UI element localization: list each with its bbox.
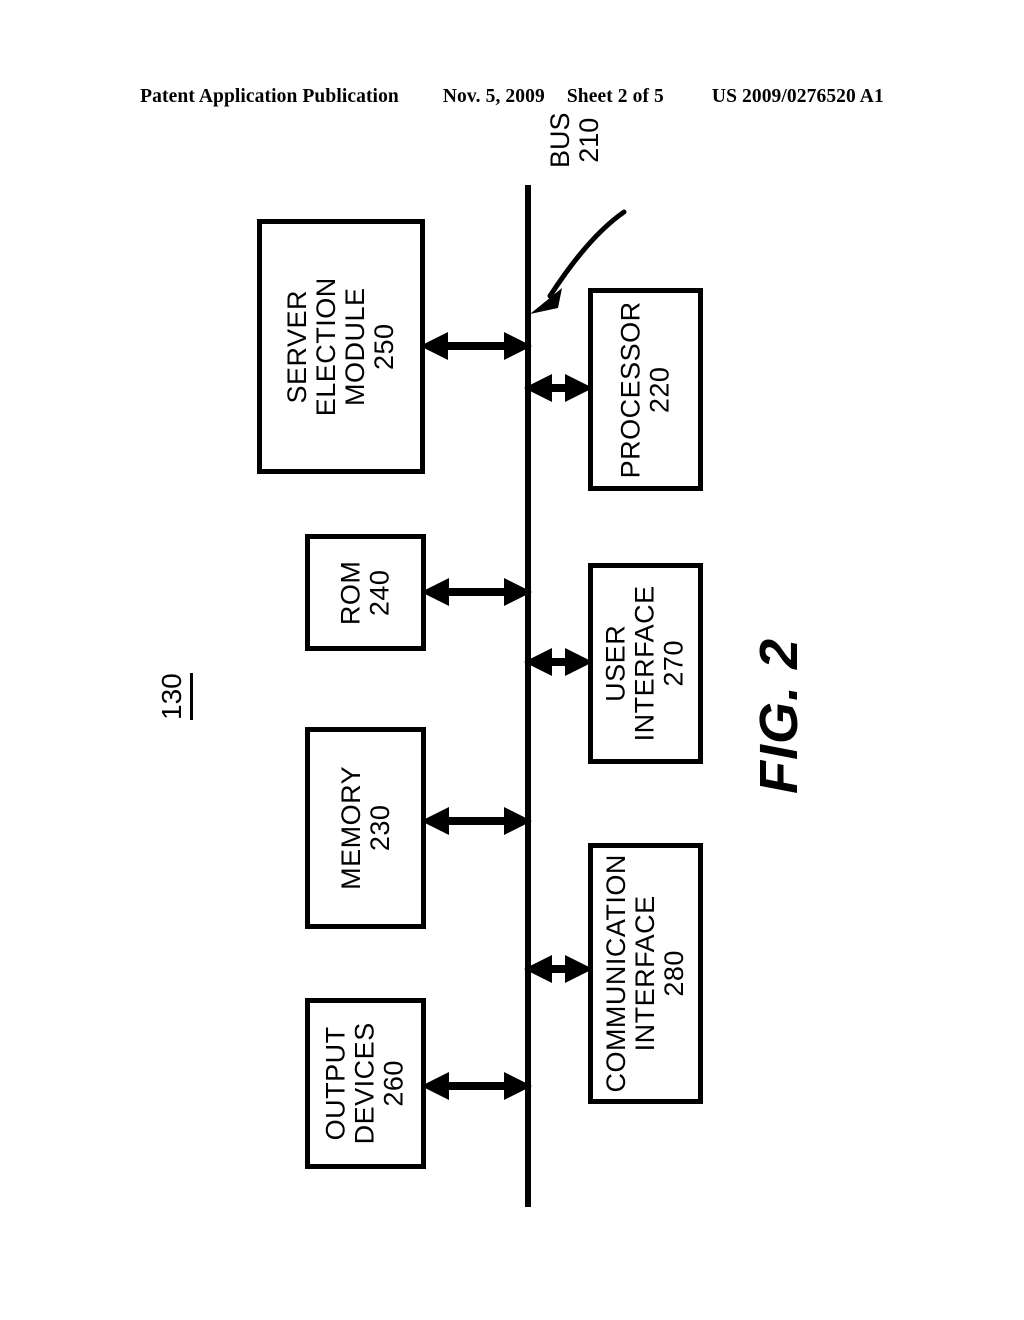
block-label-line1: SERVER [282, 289, 313, 404]
connector-bus-to-user-interface [524, 645, 593, 679]
block-label-line1: OUTPUT [321, 1026, 352, 1141]
figure-caption: FIG. 2 [718, 546, 848, 796]
block-numeral: 240 [364, 569, 395, 616]
block-label-line2: INTERFACE [630, 895, 661, 1052]
block-numeral: 230 [364, 804, 395, 852]
block-numeral: 280 [658, 950, 689, 997]
block-communication-interface: COMMUNICATION INTERFACE 280 [588, 843, 703, 1104]
header-publication-title: Patent Application Publication [140, 86, 399, 107]
block-label-line3: MODULE [340, 287, 370, 406]
figure-caption-text: FIG. 2 [749, 637, 809, 794]
block-label-line2: ELECTION [311, 276, 342, 417]
block-output-devices: OUTPUT DEVICES 260 [305, 998, 426, 1169]
block-numeral: 250 [368, 323, 399, 370]
block-numeral: 270 [658, 640, 689, 687]
figure-reference-numeral-text: 130 [156, 673, 187, 720]
figure-reference-numeral: 130 [150, 650, 240, 740]
block-rom: ROM 240 [305, 534, 426, 651]
block-label-line2: INTERFACE [630, 585, 661, 742]
bus-label: BUS 210 [545, 112, 666, 288]
block-label-line2: DEVICES [350, 1022, 381, 1145]
block-label-line1: PROCESSOR [615, 300, 646, 479]
connector-bus-to-communication-interface [524, 952, 593, 986]
connector-rom-to-bus [421, 575, 532, 609]
connector-server-election-module-to-bus [420, 329, 532, 363]
header-sheet-number: Sheet 2 of 5 [566, 86, 664, 107]
patent-figure-page: Patent Application Publication Nov. 5, 2… [0, 0, 1024, 1320]
block-server-election-module: SERVER ELECTION MODULE 250 [257, 219, 425, 474]
connector-output-devices-to-bus [421, 1069, 532, 1103]
block-user-interface: USER INTERFACE 270 [588, 563, 703, 764]
header-document-number: US 2009/0276520 A1 [711, 86, 884, 107]
block-numeral: 260 [378, 1060, 409, 1107]
bus-label-numeral: 210 [573, 117, 604, 163]
bus-label-text: BUS [545, 112, 575, 168]
publication-header: Patent Application Publication Nov. 5, 2… [0, 86, 1024, 108]
block-memory: MEMORY 230 [305, 727, 426, 929]
block-label-line1: ROM [335, 560, 366, 625]
block-label-line1: MEMORY [335, 765, 366, 891]
connector-bus-to-processor [524, 371, 593, 405]
header-publication-date: Nov. 5, 2009 [442, 86, 545, 107]
connector-memory-to-bus [421, 804, 532, 838]
block-label-line1: COMMUNICATION [601, 854, 632, 1093]
block-label-line1: USER [601, 625, 632, 703]
block-numeral: 220 [644, 366, 675, 413]
block-processor: PROCESSOR 220 [588, 288, 703, 491]
bus-line [525, 185, 531, 1207]
